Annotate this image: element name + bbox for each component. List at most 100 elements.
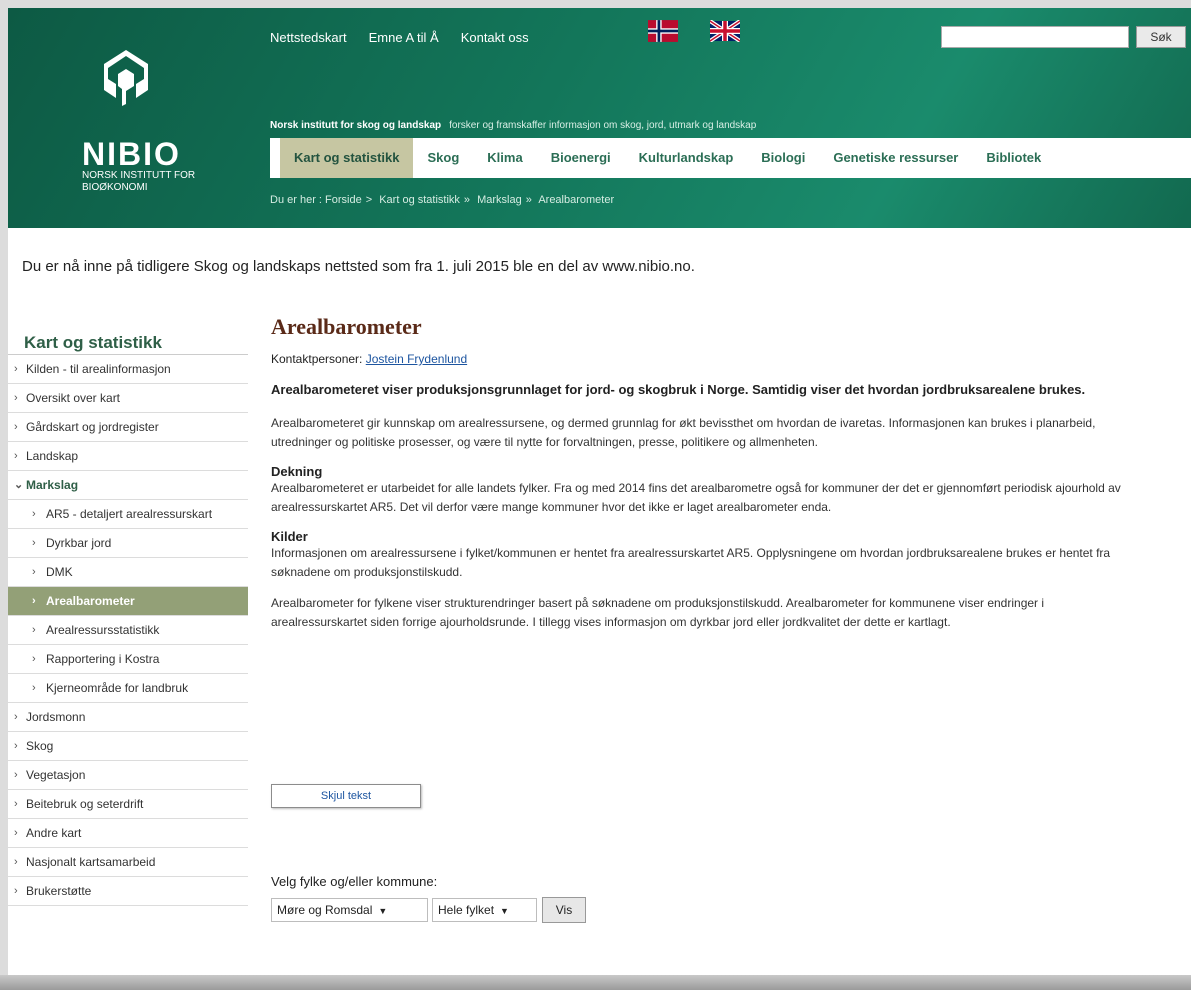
sidebar-item-label: Gårdskart og jordregister (26, 420, 159, 434)
sidebar-item-label: Jordsmonn (26, 710, 86, 724)
sidebar-item[interactable]: › AR5 - detaljert arealressurskart (8, 500, 248, 529)
link-contact[interactable]: Kontakt oss (461, 30, 529, 45)
sidebar-nav: › Kilden - til arealinformasjon › Oversikt … (8, 354, 248, 906)
sidebar-item[interactable]: › Landskap (8, 442, 248, 471)
breadcrumb-markslag[interactable]: Markslag (477, 194, 522, 206)
sidebar-item[interactable]: › DMK (8, 558, 248, 587)
link-sitemap[interactable]: Nettstedskart (270, 30, 347, 45)
page-title: Arealbarometer (271, 314, 422, 339)
search-input[interactable] (941, 26, 1129, 48)
breadcrumb-forside[interactable]: Forside (325, 194, 362, 206)
sidebar-item[interactable]: › Beitebruk og seterdrift (8, 790, 248, 819)
coverage-paragraph: Arealbarometeret er utarbeidet for alle … (271, 481, 1121, 514)
site-notice: Du er nå inne på tidligere Skog og lands… (22, 258, 695, 275)
breadcrumb-separator: » (463, 194, 471, 206)
contact-line: Kontaktpersoner: Jostein Frydenlund (271, 352, 1121, 366)
sidebar-item-label: Oversikt over kart (26, 391, 121, 405)
county-select[interactable]: Møre og Romsdal ▼ (271, 898, 428, 922)
chevron-right-icon: › (14, 769, 18, 781)
chevron-down-icon: ▼ (500, 906, 509, 916)
chevron-right-icon: › (32, 595, 36, 607)
lead-text: Arealbarometeret viser produksjonsgrunnl… (271, 382, 1086, 397)
nav-kulturlandskap[interactable]: Kulturlandskap (625, 138, 748, 178)
tagline: Norsk institutt for skog og landskap fors… (270, 120, 756, 131)
site-header: NIBIO NORSK INSTITUTT FOR BIOØKONOMI Net… (8, 8, 1191, 228)
sidebar-item[interactable]: › Skog (8, 732, 248, 761)
search-button[interactable]: Søk (1136, 26, 1186, 48)
main-content: Arealbarometer Kontaktpersoner: Jostein … (271, 314, 1121, 632)
municipality-select[interactable]: Hele fylket ▼ (432, 898, 537, 922)
sidebar-item[interactable]: › Arealbarometer (8, 587, 248, 616)
breadcrumb-separator: > (365, 194, 373, 206)
sidebar-item[interactable]: › Jordsmonn (8, 703, 248, 732)
contact-label: Kontaktpersoner: (271, 352, 363, 366)
sidebar-item-label: Arealressursstatistikk (46, 623, 160, 637)
chevron-right-icon: › (14, 711, 18, 723)
sidebar-item-label: Beitebruk og seterdrift (26, 797, 144, 811)
chevron-right-icon: › (14, 392, 18, 404)
sidebar-item[interactable]: › Andre kart (8, 819, 248, 848)
nav-genetiske-ressurser[interactable]: Genetiske ressurser (819, 138, 972, 178)
top-links: Nettstedskart Emne A til Å Kontakt oss (270, 30, 529, 45)
breadcrumb-prefix: Du er her : (270, 194, 322, 206)
sidebar-item[interactable]: › Oversikt over kart (8, 384, 248, 413)
sidebar-item-label: Landskap (26, 449, 79, 463)
nav-bibliotek[interactable]: Bibliotek (972, 138, 1055, 178)
chevron-right-icon: › (32, 682, 36, 694)
sidebar-item[interactable]: › Kilden - til arealinformasjon (8, 355, 248, 384)
norwegian-flag-icon[interactable] (648, 20, 678, 42)
nibio-logo-icon[interactable] (94, 46, 158, 110)
logo-subtitle: NORSK INSTITUTT FOR BIOØKONOMI (82, 170, 196, 193)
sidebar-item[interactable]: › Dyrkbar jord (8, 529, 248, 558)
chevron-right-icon: › (32, 508, 36, 520)
chevron-right-icon: › (32, 624, 36, 636)
nav-kart-og-statistikk[interactable]: Kart og statistikk (280, 138, 414, 178)
sidebar-item[interactable]: › Arealressursstatistikk (8, 616, 248, 645)
sidebar-item[interactable]: › Gårdskart og jordregister (8, 413, 248, 442)
chevron-right-icon: › (32, 653, 36, 665)
sources-paragraph: Informasjonen om arealressursene i fylke… (271, 546, 1111, 579)
sidebar-item-label: Kilden - til arealinformasjon (26, 362, 171, 376)
nav-skog[interactable]: Skog (413, 138, 473, 178)
breadcrumb-kart-og-statistikk[interactable]: Kart og statistikk (379, 194, 460, 206)
sidebar-title[interactable]: Kart og statistikk (24, 333, 162, 353)
sidebar-item-label: Dyrkbar jord (46, 536, 112, 550)
hide-text-button[interactable]: Skjul tekst (271, 784, 421, 808)
sidebar-item[interactable]: › Rapportering i Kostra (8, 645, 248, 674)
breadcrumb-arealbarometer: Arealbarometer (538, 194, 615, 206)
intro-paragraph: Arealbarometeret gir kunnskap om arealre… (271, 416, 1096, 449)
municipality-select-value: Hele fylket (438, 903, 495, 917)
english-flag-icon[interactable] (710, 20, 740, 42)
select-label: Velg fylke og/eller kommune: (271, 874, 438, 889)
sources-heading: Kilder (271, 529, 308, 544)
page: NIBIO NORSK INSTITUTT FOR BIOØKONOMI Net… (8, 8, 1191, 975)
sidebar-item-label: Brukerstøtte (26, 884, 92, 898)
sidebar-item[interactable]: ⌄ Markslag (8, 471, 248, 500)
chevron-down-icon: ▼ (378, 906, 388, 916)
coverage-heading: Dekning (271, 464, 323, 479)
window-bottom-bar (0, 975, 1191, 990)
chevron-right-icon: › (14, 363, 18, 375)
link-topics-a-z[interactable]: Emne A til Å (369, 30, 439, 45)
sidebar-item-label: Andre kart (26, 826, 82, 840)
sidebar-item[interactable]: › Kjerneområde for landbruk (8, 674, 248, 703)
sidebar-item[interactable]: › Brukerstøtte (8, 877, 248, 906)
sidebar-item-label: AR5 - detaljert arealressurskart (46, 507, 213, 521)
contact-person-link[interactable]: Jostein Frydenlund (366, 352, 467, 366)
chevron-down-icon: ⌄ (14, 479, 24, 491)
tagline-org: Norsk institutt for skog og landskap (270, 120, 442, 131)
sidebar-item[interactable]: › Nasjonalt kartsamarbeid (8, 848, 248, 877)
sidebar-item-label: Rapportering i Kostra (46, 652, 160, 666)
chevron-right-icon: › (14, 740, 18, 752)
nav-biologi[interactable]: Biologi (747, 138, 819, 178)
chevron-right-icon: › (32, 537, 36, 549)
chevron-right-icon: › (14, 798, 18, 810)
sidebar-item[interactable]: › Vegetasjon (8, 761, 248, 790)
sidebar-item-label: Markslag (26, 478, 79, 492)
show-button[interactable]: Vis (542, 897, 586, 923)
nav-klima[interactable]: Klima (473, 138, 536, 178)
main-navigation: Kart og statistikk Skog Klima Bioenergi … (270, 138, 1191, 178)
sidebar-item-label: Kjerneområde for landbruk (46, 681, 189, 695)
nav-bioenergi[interactable]: Bioenergi (537, 138, 625, 178)
closing-paragraph: Arealbarometer for fylkene viser struktu… (271, 596, 1045, 629)
